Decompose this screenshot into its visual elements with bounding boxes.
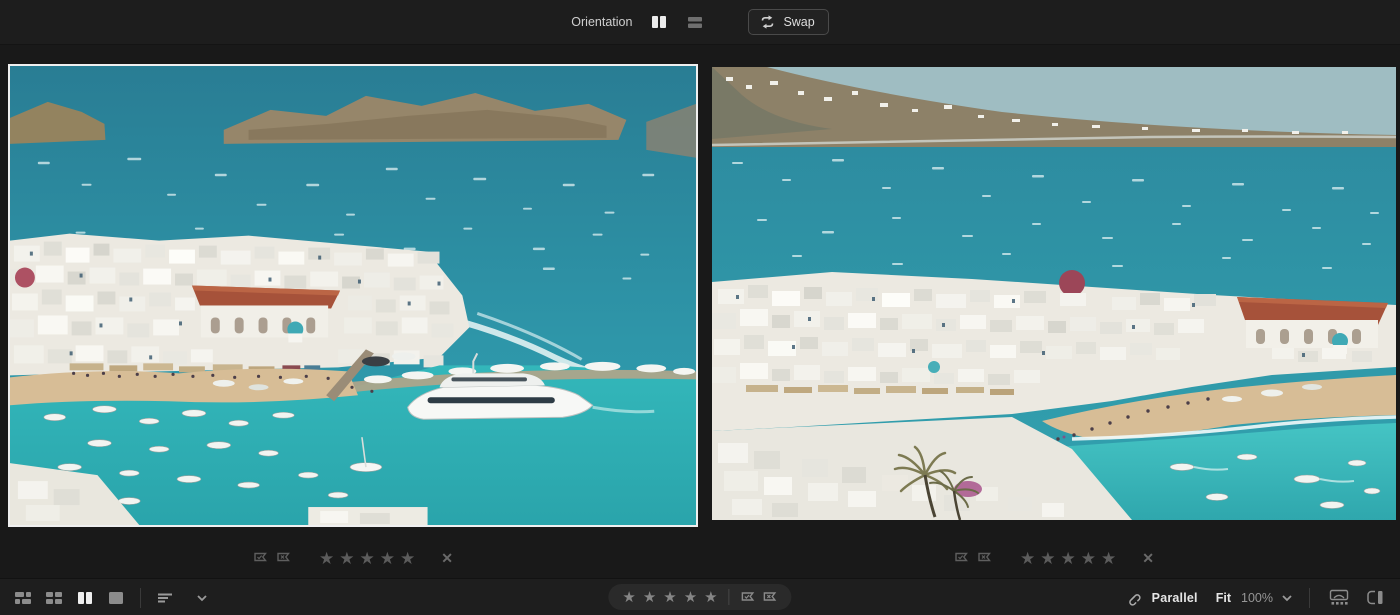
pick-flag-icon[interactable]: [741, 590, 756, 604]
right-panel-toggle-button[interactable]: [1362, 585, 1388, 611]
grid-square-view-button[interactable]: [41, 585, 67, 611]
zoom-mode-label[interactable]: Parallel: [1152, 591, 1198, 605]
toolbar-divider: [1309, 588, 1310, 608]
filmstrip-toggle-button[interactable]: [1326, 585, 1352, 611]
orientation-vertical-button[interactable]: [646, 9, 672, 35]
right-photo[interactable]: [712, 67, 1396, 520]
reject-flag-icon[interactable]: [763, 590, 778, 604]
star-icon[interactable]: ★: [1101, 550, 1116, 567]
horizontal-split-icon: [686, 14, 704, 30]
orientation-horizontal-button[interactable]: [682, 9, 708, 35]
star-icon[interactable]: ★: [663, 590, 676, 605]
star-icon[interactable]: ★: [1061, 550, 1076, 567]
swap-label: Swap: [783, 15, 814, 29]
toolbar-divider: [140, 588, 141, 608]
zoom-value[interactable]: 100%: [1241, 591, 1273, 605]
compare-area: ★ ★ ★ ★ ★ ✕ ★ ★: [0, 45, 1400, 578]
grid-mosaic-icon: [14, 590, 32, 606]
right-photo-controls: ★ ★ ★ ★ ★ ✕: [954, 548, 1154, 568]
vertical-split-icon: [650, 14, 668, 30]
pick-flag-icon[interactable]: [253, 551, 268, 565]
sort-icon: [156, 590, 174, 606]
orientation-label: Orientation: [571, 15, 632, 29]
chevron-down-icon: [196, 594, 208, 602]
detail-view-icon: [107, 590, 125, 606]
star-icon[interactable]: ★: [704, 590, 717, 605]
filmstrip-icon: [1329, 589, 1349, 606]
right-panel-icon: [1366, 589, 1384, 606]
compare-icon: [76, 590, 94, 606]
close-icon[interactable]: ✕: [441, 550, 453, 567]
detail-view-button[interactable]: [103, 585, 129, 611]
star-icon[interactable]: ★: [1040, 550, 1055, 567]
compare-view: Orientation Swap: [0, 0, 1400, 615]
reject-flag-icon[interactable]: [276, 551, 291, 565]
star-icon[interactable]: ★: [684, 590, 697, 605]
grid-square-icon: [45, 590, 63, 606]
star-icon[interactable]: ★: [622, 590, 635, 605]
star-icon[interactable]: ★: [319, 550, 334, 567]
view-switcher: [10, 579, 215, 615]
chevron-down-icon[interactable]: [1281, 594, 1293, 602]
star-icon[interactable]: ★: [339, 550, 354, 567]
pill-divider: [729, 589, 730, 605]
close-icon[interactable]: ✕: [1142, 550, 1154, 567]
star-icon[interactable]: ★: [380, 550, 395, 567]
compare-view-button[interactable]: [72, 585, 98, 611]
left-photo[interactable]: [8, 64, 698, 527]
zoom-controls: Parallel Fit 100%: [1124, 579, 1388, 615]
left-photo-controls: ★ ★ ★ ★ ★ ✕: [253, 548, 453, 568]
sort-menu-button[interactable]: [152, 585, 178, 611]
star-icon[interactable]: ★: [1020, 550, 1035, 567]
reject-flag-icon[interactable]: [977, 551, 992, 565]
star-icon[interactable]: ★: [643, 590, 656, 605]
left-photo-image: [10, 66, 696, 525]
bottom-toolbar: ★ ★ ★ ★ ★ P: [0, 578, 1400, 615]
toolbar-rating: ★ ★ ★ ★ ★: [622, 590, 717, 605]
right-photo-image: [712, 67, 1396, 520]
sort-chevron-button[interactable]: [189, 585, 215, 611]
link-icon[interactable]: [1124, 589, 1142, 607]
top-toolbar: Orientation Swap: [0, 0, 1400, 45]
star-icon[interactable]: ★: [360, 550, 375, 567]
fit-label[interactable]: Fit: [1216, 591, 1231, 605]
star-icon[interactable]: ★: [400, 550, 415, 567]
grid-mosaic-view-button[interactable]: [10, 585, 36, 611]
rating-flag-pill: ★ ★ ★ ★ ★: [608, 584, 791, 610]
swap-icon: [759, 15, 776, 29]
swap-button[interactable]: Swap: [748, 9, 828, 35]
left-photo-rating: ★ ★ ★ ★ ★: [319, 550, 415, 567]
right-photo-rating: ★ ★ ★ ★ ★: [1020, 550, 1116, 567]
star-icon[interactable]: ★: [1081, 550, 1096, 567]
pick-flag-icon[interactable]: [954, 551, 969, 565]
